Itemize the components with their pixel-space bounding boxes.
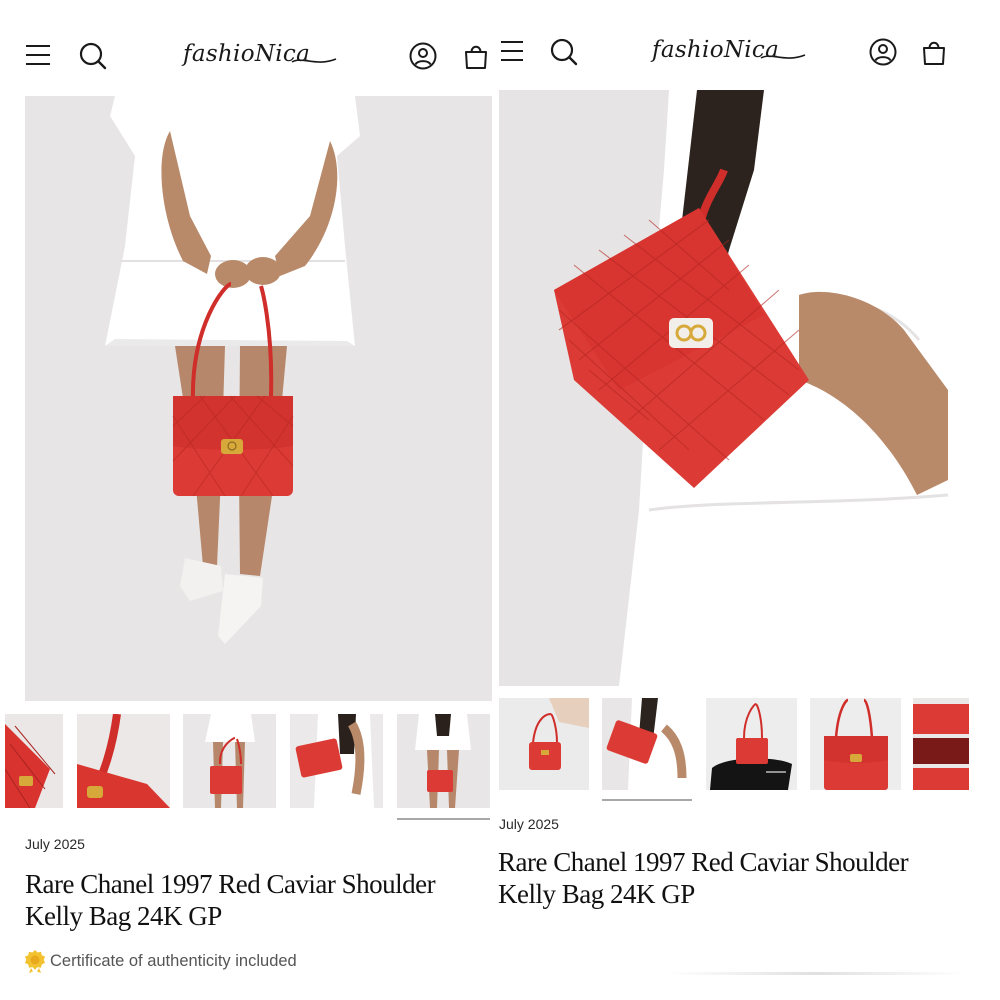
thumbnail-2[interactable] [706,698,797,790]
active-thumbnail-indicator [602,799,692,801]
thumbnail-4[interactable] [397,714,490,808]
model-shoulder-bag-photo [602,698,693,790]
logo-swash [291,58,337,63]
bag-strap-closeup-photo [77,714,170,808]
right-product-panel: fashioNica July 2025 Rare Chanel 1997 Re… [497,0,1000,1000]
divider [667,972,967,975]
account-icon[interactable] [408,41,438,71]
logo-swash [760,54,806,59]
menu-icon[interactable] [500,40,524,62]
product-title-line-1: Rare Chanel 1997 Red Caviar Shoulder [498,847,909,877]
thumbnail-3[interactable] [810,698,901,790]
product-title-line-1: Rare Chanel 1997 Red Caviar Shoulder [25,869,436,899]
product-title: Rare Chanel 1997 Red Caviar Shoulder Kel… [498,846,909,910]
active-thumbnail-indicator [397,818,490,820]
bag-interior-view-photo [913,698,969,790]
bag-with-dustbag-photo [706,698,797,790]
thumbnail-1[interactable] [602,698,693,790]
thumbnail-3[interactable] [290,714,383,808]
site-header: fashioNica [497,0,1000,66]
thumbnail-1[interactable] [77,714,170,808]
model-holding-bag-front-photo [397,714,490,808]
certificate-text: Certificate of authenticity included [50,951,297,970]
left-product-panel: fashioNica July 2025 Rare Chanel 1997 Re… [0,0,497,1000]
hand-holding-bag-photo [499,698,589,790]
site-header: fashioNica [0,0,497,70]
search-icon[interactable] [78,41,108,71]
model-shoulder-bag-closeup-photo [499,90,948,686]
account-icon[interactable] [868,37,898,67]
product-main-image[interactable] [499,90,948,686]
model-with-red-bag-photo [25,96,492,701]
menu-icon[interactable] [25,44,51,66]
search-icon[interactable] [549,37,579,67]
post-date: July 2025 [25,836,85,852]
product-title-line-2: Kelly Bag 24K GP [498,879,695,909]
thumbnail-2[interactable] [183,714,276,808]
thumbnail-4[interactable] [913,698,969,790]
product-title: Rare Chanel 1997 Red Caviar Shoulder Kel… [25,868,436,932]
bag-front-view-photo [810,698,901,790]
product-main-image[interactable] [25,96,492,701]
model-shoulder-bag-photo [290,714,383,808]
post-date: July 2025 [499,816,559,832]
model-holding-bag-photo [183,714,276,808]
thumbnail-0[interactable] [499,698,589,790]
certificate-note: Certificate of authenticity included [24,949,297,973]
cart-icon[interactable] [921,37,947,67]
award-badge-icon [25,950,45,973]
bag-detail-closeup-photo [5,714,63,808]
cart-icon[interactable] [463,41,489,71]
thumbnail-0[interactable] [5,714,63,808]
product-title-line-2: Kelly Bag 24K GP [25,901,222,931]
